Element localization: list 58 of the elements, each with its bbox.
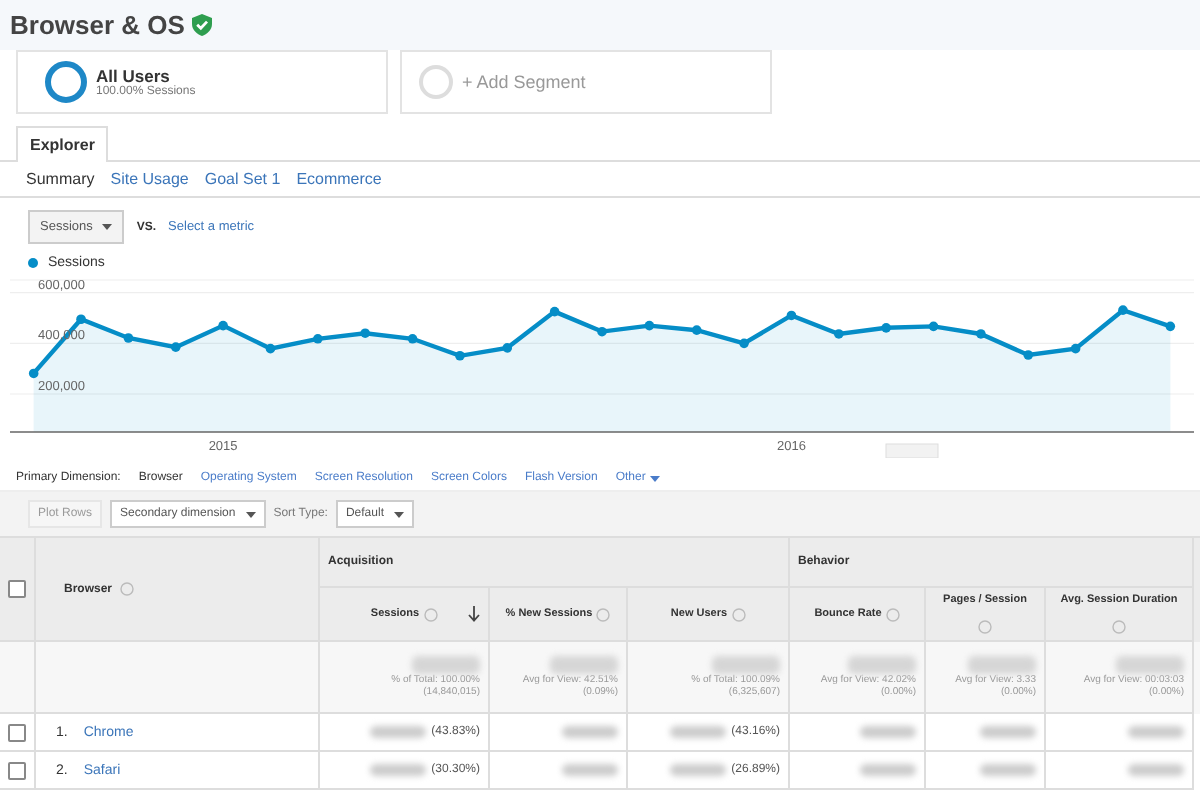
data-point: [1118, 305, 1128, 315]
data-point: [28, 368, 39, 379]
data-point: [1023, 350, 1034, 360]
data-point: [360, 328, 370, 338]
data-point: [502, 343, 513, 353]
blurred-value: [712, 656, 780, 674]
caret-icon: [245, 511, 256, 517]
blurred-value: [848, 656, 916, 674]
subtab[interactable]: Site Usage: [110, 170, 189, 188]
add-segment-label: + Add Segment: [462, 72, 586, 92]
data-point: [976, 329, 986, 339]
data-point: [597, 326, 607, 337]
segment-name: All Users: [96, 66, 170, 86]
tab[interactable]: Explorer: [16, 126, 109, 162]
segment-ring-icon: [418, 64, 454, 100]
blurred-value: [1116, 656, 1184, 674]
help-icon: [885, 607, 900, 621]
data-point: [123, 333, 134, 343]
help-icon: [1112, 620, 1126, 635]
data-point: [1070, 343, 1081, 354]
help-icon: [731, 607, 746, 621]
data-point: [739, 338, 749, 349]
data-point: [265, 343, 276, 354]
sort-down-arrow-icon: [468, 606, 480, 622]
row-checkbox[interactable]: [8, 761, 26, 779]
data-point: [834, 329, 844, 339]
caret-icon: [102, 224, 113, 230]
data-point: [786, 310, 797, 321]
data-point: [1165, 321, 1176, 332]
caret-icon: [393, 511, 404, 517]
data-point: [76, 314, 86, 325]
data-point: [691, 325, 702, 335]
blurred-value: [412, 656, 480, 674]
row-checkbox[interactable]: [8, 723, 26, 741]
page-title: Browser & OS: [10, 10, 185, 40]
data-point: [455, 350, 465, 361]
subtab[interactable]: Goal Set 1: [204, 170, 281, 188]
help-icon: [596, 607, 611, 621]
data-point: [928, 321, 939, 332]
data-point: [644, 320, 655, 331]
caret-icon: [649, 475, 660, 481]
data-point: [218, 320, 228, 331]
data-point: [407, 333, 418, 344]
chart-resize-handle[interactable]: [885, 443, 939, 458]
data-point: [170, 342, 181, 352]
verified-shield-icon: [192, 14, 213, 36]
data-point: [549, 306, 560, 317]
subtab[interactable]: Summary: [26, 170, 95, 188]
subtab[interactable]: Ecommerce: [296, 170, 382, 188]
data-point: [313, 333, 323, 344]
help-icon: [978, 620, 992, 635]
help-icon: [423, 607, 438, 621]
blurred-value: [550, 656, 618, 674]
select-all-checkbox[interactable]: [8, 580, 26, 598]
segment-ring-icon: [44, 60, 88, 104]
data-point: [881, 323, 891, 333]
help-icon: [120, 582, 135, 596]
blurred-value: [968, 656, 1036, 674]
